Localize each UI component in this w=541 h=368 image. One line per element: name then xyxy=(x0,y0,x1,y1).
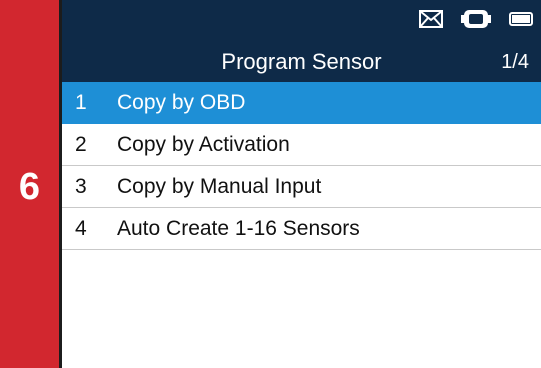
menu-item-copy-by-activation[interactable]: 2 Copy by Activation xyxy=(62,124,541,166)
menu-item-label: Copy by OBD xyxy=(117,90,246,114)
menu-item-copy-by-manual-input[interactable]: 3 Copy by Manual Input xyxy=(62,166,541,208)
device-frame: 6 Program Sensor 1/4 1 Copy by OBD 2 Cop… xyxy=(0,0,541,368)
menu-item-auto-create-sensors[interactable]: 4 Auto Create 1-16 Sensors xyxy=(62,208,541,250)
section-number: 6 xyxy=(18,166,41,208)
menu-item-number: 4 xyxy=(75,216,87,240)
page-title: Program Sensor xyxy=(221,49,382,74)
menu-item-number: 2 xyxy=(75,132,87,156)
menu-item-label: Auto Create 1-16 Sensors xyxy=(117,216,360,240)
mail-icon[interactable] xyxy=(419,9,443,33)
menu-list: 1 Copy by OBD 2 Copy by Activation 3 Cop… xyxy=(62,82,541,250)
battery-icon xyxy=(509,11,533,32)
menu-item-label: Copy by Activation xyxy=(117,132,290,156)
menu-item-copy-by-obd[interactable]: 1 Copy by OBD xyxy=(62,82,541,124)
page-indicator: 1/4 xyxy=(501,51,529,73)
screen: Program Sensor 1/4 1 Copy by OBD 2 Copy … xyxy=(62,0,541,368)
status-bar xyxy=(419,8,533,34)
menu-item-number: 1 xyxy=(75,90,87,114)
menu-item-label: Copy by Manual Input xyxy=(117,174,322,198)
section-tab: 6 xyxy=(0,0,59,368)
header-bar: Program Sensor 1/4 xyxy=(62,0,541,82)
car-link-icon[interactable] xyxy=(461,8,491,35)
menu-item-number: 3 xyxy=(75,174,87,198)
